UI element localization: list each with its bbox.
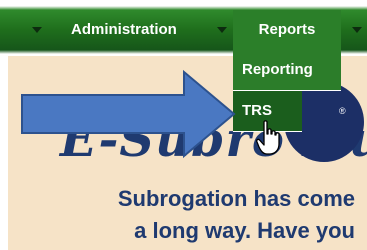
hand-pointer-icon xyxy=(256,120,280,155)
page: E-Subro Hub ® Subrogation has come a lon… xyxy=(0,0,367,250)
right-arrow-annotation xyxy=(21,69,236,159)
